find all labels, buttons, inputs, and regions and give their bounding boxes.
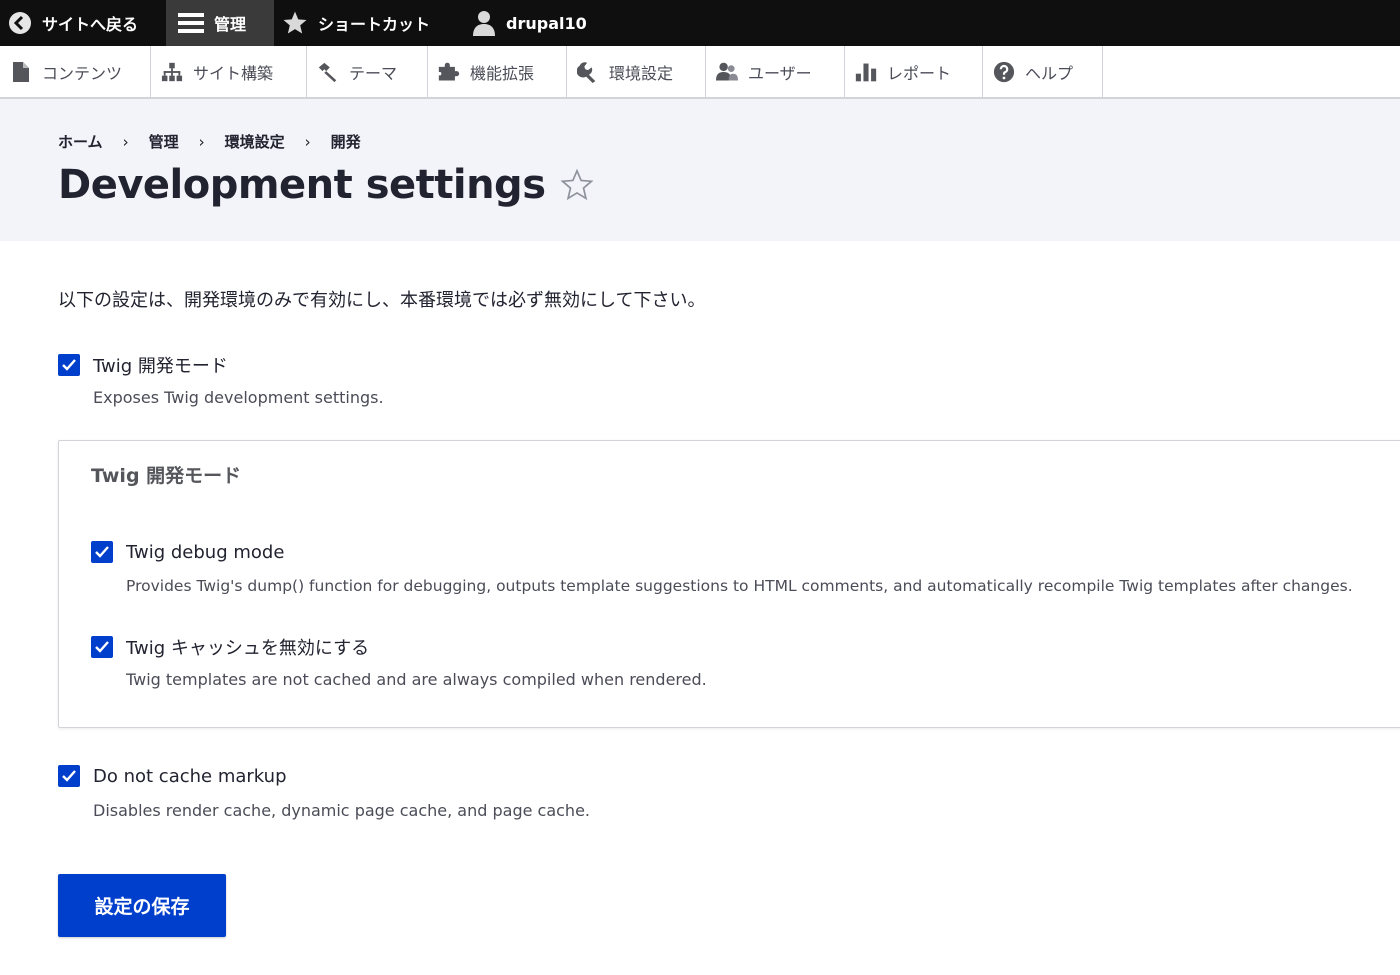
tray-item-extend[interactable]: 機能拡張	[428, 46, 567, 97]
tray-item-label: ヘルプ	[1025, 63, 1074, 83]
breadcrumb-separator: ›	[122, 132, 129, 151]
manage-tab[interactable]: 管理	[166, 0, 274, 46]
twig-cache-row: Twig キャッシュを無効にする	[91, 634, 369, 660]
twig-cache-label[interactable]: Twig キャッシュを無効にする	[126, 634, 369, 660]
tray-item-label: サイト構築	[193, 63, 274, 83]
tray-item-label: レポート	[887, 63, 952, 83]
star-icon	[282, 10, 308, 36]
breadcrumb-link-development[interactable]: 開発	[331, 131, 361, 152]
no-cache-markup-row: Do not cache markup	[58, 765, 287, 787]
add-shortcut-star-icon[interactable]	[559, 168, 594, 202]
tray-item-help[interactable]: ヘルプ	[983, 46, 1103, 97]
twig-debug-row: Twig debug mode	[91, 541, 284, 563]
tray-item-label: テーマ	[349, 63, 398, 83]
page-header: ホーム › 管理 › 環境設定 › 開発 Development setting…	[0, 99, 1400, 241]
shortcuts-label: ショートカット	[318, 15, 431, 34]
tray-item-people[interactable]: ユーザー	[706, 46, 845, 97]
breadcrumb-separator: ›	[304, 132, 311, 151]
twig-dev-fieldset: Twig 開発モード Twig debug mode Provides Twig…	[58, 440, 1400, 728]
twig-debug-description: Provides Twig's dump() function for debu…	[126, 577, 1353, 595]
breadcrumb-separator: ›	[198, 132, 205, 151]
twig-cache-checkbox[interactable]	[91, 636, 113, 658]
save-configuration-button[interactable]: 設定の保存	[58, 874, 226, 937]
tray-item-configuration[interactable]: 環境設定	[567, 46, 706, 97]
help-icon	[993, 61, 1015, 83]
title-row: Development settings	[58, 159, 594, 211]
breadcrumb-link-admin[interactable]: 管理	[149, 131, 179, 152]
no-cache-markup-label[interactable]: Do not cache markup	[93, 766, 287, 787]
page-title: Development settings	[58, 162, 546, 208]
user-icon	[472, 10, 496, 36]
wrench-icon	[577, 61, 599, 83]
tray-item-reports[interactable]: レポート	[845, 46, 983, 97]
breadcrumb-link-config[interactable]: 環境設定	[225, 131, 285, 152]
hamburger-icon	[178, 12, 204, 34]
twig-dev-mode-checkbox[interactable]	[58, 354, 80, 376]
breadcrumb: ホーム › 管理 › 環境設定 › 開発	[58, 131, 361, 152]
tray-item-label: コンテンツ	[42, 63, 123, 83]
sitemap-icon	[161, 61, 183, 83]
user-tab[interactable]: drupal10	[472, 0, 587, 46]
twig-cache-description: Twig templates are not cached and are al…	[126, 670, 707, 689]
twig-dev-mode-description: Exposes Twig development settings.	[93, 388, 384, 407]
twig-debug-label[interactable]: Twig debug mode	[126, 542, 284, 563]
tray-item-label: ユーザー	[748, 63, 812, 83]
tray-item-structure[interactable]: サイト構築	[151, 46, 307, 97]
back-to-site-link[interactable]: サイトへ戻る	[8, 0, 138, 46]
twig-debug-checkbox[interactable]	[91, 541, 113, 563]
file-icon	[10, 61, 32, 83]
no-cache-markup-checkbox[interactable]	[58, 765, 80, 787]
tray-item-label: 環境設定	[609, 63, 674, 83]
admin-tray: コンテンツ サイト構築 テーマ 機能拡張 環境設定 ユーザー レポート ヘルプ	[0, 46, 1400, 99]
shortcuts-tab[interactable]: ショートカット	[282, 0, 430, 46]
back-to-site-label: サイトへ戻る	[42, 15, 139, 34]
twig-dev-mode-label[interactable]: Twig 開発モード	[93, 352, 228, 378]
bar-chart-icon	[855, 61, 877, 83]
back-arrow-icon	[8, 11, 32, 35]
breadcrumb-link-home[interactable]: ホーム	[58, 131, 103, 152]
paintbrush-icon	[317, 61, 339, 83]
puzzle-icon	[438, 61, 460, 83]
user-name: drupal10	[506, 13, 587, 33]
fieldset-legend: Twig 開発モード	[91, 465, 242, 487]
no-cache-markup-description: Disables render cache, dynamic page cach…	[93, 801, 590, 820]
people-icon	[716, 61, 738, 83]
intro-text: 以下の設定は、開発環境のみで有効にし、本番環境では必ず無効にして下さい。	[58, 290, 706, 311]
tray-item-appearance[interactable]: テーマ	[307, 46, 428, 97]
tray-item-label: 機能拡張	[470, 63, 535, 83]
admin-toolbar: サイトへ戻る 管理 ショートカット drupal10	[0, 0, 1400, 46]
tray-item-content[interactable]: コンテンツ	[0, 46, 151, 97]
manage-label: 管理	[214, 15, 247, 34]
twig-dev-mode-row: Twig 開発モード	[58, 352, 228, 378]
